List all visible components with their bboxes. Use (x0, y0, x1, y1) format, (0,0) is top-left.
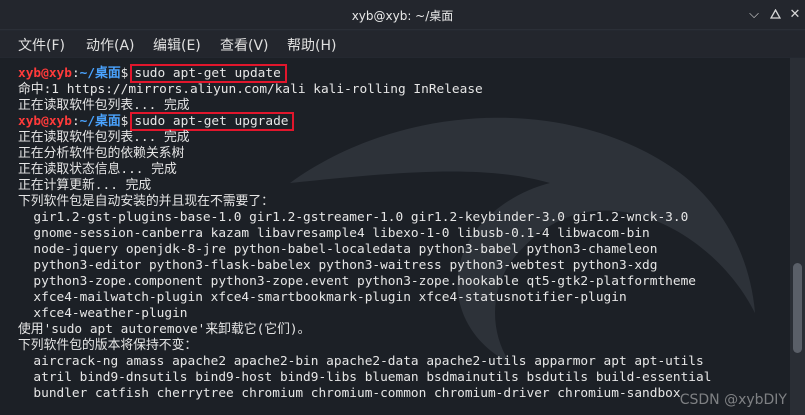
close-icon[interactable]: ✕ (786, 6, 804, 24)
output-line: gir1.2-gst-plugins-base-1.0 gir1.2-gstre… (18, 210, 689, 225)
window-title: xyb@xyb: ~/桌面 (351, 9, 454, 23)
output-line: 使用'sudo apt autoremove'来卸载它(它们)。 (18, 322, 311, 337)
output-line: xfce4-mailwatch-plugin xfce4-smartbookma… (18, 290, 627, 305)
output-line: python3-editor python3-flask-babelex pyt… (18, 258, 658, 273)
output-line: python3-zope.component python3-zope.even… (18, 274, 696, 289)
output-line: 正在读取软件包列表... 完成 (18, 130, 190, 145)
menu-bar: 文件(F) 动作(A) 编辑(E) 查看(V) 帮助(H) (0, 31, 805, 57)
output-line: bundler catfish cherrytree chromium chro… (18, 386, 681, 401)
terminal-window: xyb@xyb: ~/桌面 ⌵ ✕ 文件(F) 动作(A) 编辑(E) 查看(V… (0, 0, 805, 415)
output-line: 正在读取状态信息... 完成 (18, 162, 177, 177)
output-line: xfce4-weather-plugin (18, 306, 188, 321)
menu-edit[interactable]: 编辑(E) (153, 35, 201, 55)
output-line: atril bind9-dnsutils bind9-host bind9-li… (18, 370, 712, 385)
prompt-path: ~/桌面 (79, 66, 121, 81)
menu-action[interactable]: 动作(A) (86, 35, 135, 55)
title-bar[interactable]: xyb@xyb: ~/桌面 ⌵ ✕ (0, 0, 805, 30)
menu-help[interactable]: 帮助(H) (287, 35, 336, 55)
prompt-user: xyb@xyb (18, 66, 72, 81)
menu-view[interactable]: 查看(V) (220, 35, 269, 55)
command-update: sudo apt-get update (130, 64, 287, 83)
scrollbar-thumb[interactable] (793, 263, 802, 353)
maximize-icon[interactable] (766, 6, 784, 24)
output-line: 正在计算更新... 完成 (18, 178, 152, 193)
prompt-user: xyb@xyb (18, 114, 72, 129)
output-line: 下列软件包的版本将保持不变： (18, 338, 198, 353)
output-line: 下列软件包是自动安装的并且现在不需要了： (18, 194, 274, 209)
prompt-line-upgrade: xyb@xyb:~/桌面$ sudo apt-get upgrade (18, 112, 295, 131)
csdn-watermark: CSDN @xybDIY (679, 392, 787, 408)
output-line: node-jquery openjdk-8-jre python-babel-l… (18, 242, 658, 257)
vertical-scrollbar[interactable] (790, 58, 805, 415)
command-upgrade: sudo apt-get upgrade (130, 112, 295, 131)
output-line: 命中:1 https://mirrors.aliyun.com/kali kal… (18, 82, 483, 97)
prompt-line-update: xyb@xyb:~/桌面$ sudo apt-get update (18, 64, 287, 83)
menu-file[interactable]: 文件(F) (18, 35, 65, 55)
output-line: 正在分析软件包的依赖关系树 (18, 146, 185, 161)
output-line: gnome-session-canberra kazam libavresamp… (18, 226, 650, 241)
prompt-path: ~/桌面 (79, 114, 121, 129)
terminal-output[interactable]: xyb@xyb:~/桌面$ sudo apt-get update 命中:1 ht… (0, 58, 790, 415)
minimize-icon[interactable]: ⌵ (745, 6, 763, 24)
output-line: aircrack-ng amass apache2 apache2-bin ap… (18, 354, 704, 369)
